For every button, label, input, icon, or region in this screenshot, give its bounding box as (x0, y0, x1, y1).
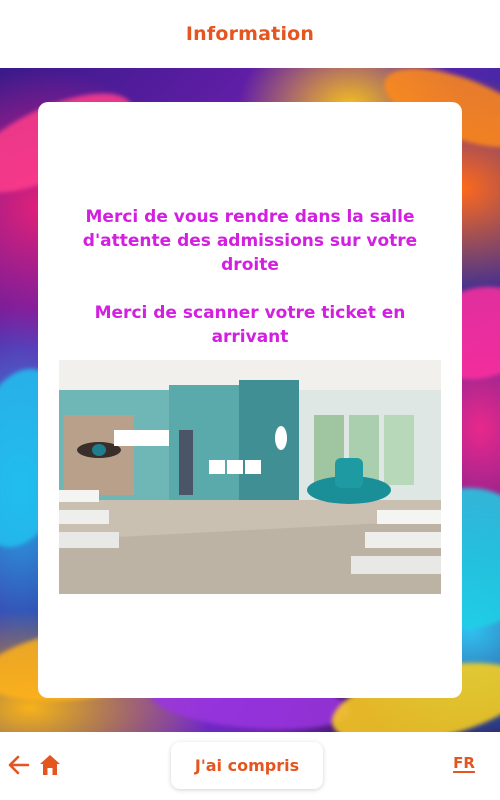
ticket-message: Merci de scanner votre ticket en arrivan… (94, 303, 406, 347)
home-icon (40, 755, 60, 775)
page-title: Information (185, 23, 315, 45)
waiting-room-illustration (59, 360, 441, 594)
home-button[interactable] (37, 752, 63, 778)
header: Information (0, 0, 500, 68)
language-selector[interactable]: FR (448, 754, 480, 772)
arrow-left-icon (8, 755, 30, 775)
back-button[interactable] (6, 752, 32, 778)
confirm-button[interactable]: J'ai compris (171, 742, 323, 789)
footer-bar: J'ai compris FR (0, 732, 500, 800)
waiting-room-photo (59, 360, 441, 594)
information-card: Merci de vous rendre dans la salle d'att… (38, 102, 462, 698)
admissions-message: Merci de vous rendre dans la salle d'att… (82, 207, 418, 275)
